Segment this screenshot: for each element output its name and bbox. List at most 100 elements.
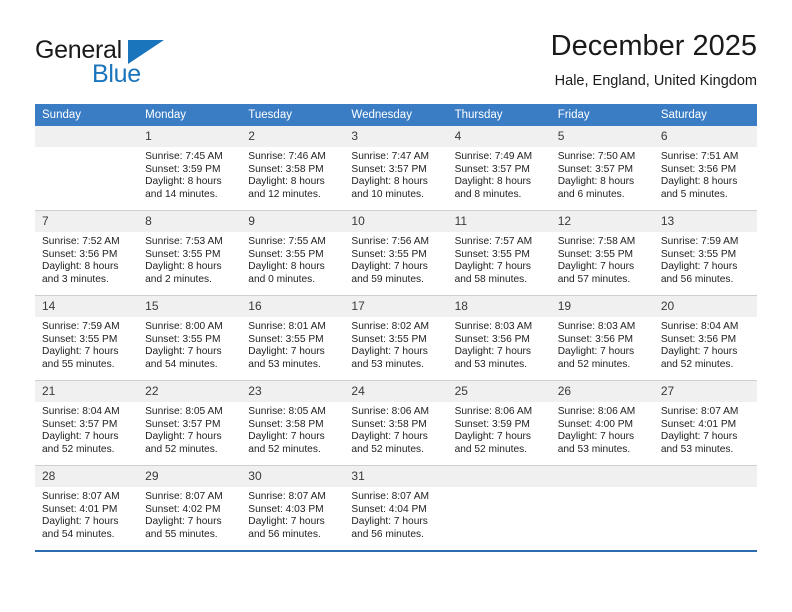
calendar-day-cell[interactable]: 30 Sunrise: 8:07 AM Sunset: 4:03 PM Dayligh… [241,465,345,552]
day-cell-inner: 23 Sunrise: 8:05 AM Sunset: 3:58 PM Dayligh… [241,381,345,465]
daylight-hours: Daylight: 7 hours [454,346,532,358]
day-sun-info: Sunrise: 8:02 AM Sunset: 3:55 PM Daylight:… [344,317,447,371]
day-cell-inner: 10 Sunrise: 7:56 AM Sunset: 3:55 PM Dayligh… [344,211,448,295]
calendar-day-cell[interactable]: 20 Sunrise: 8:04 AM Sunset: 3:56 PM Dayligh… [653,295,757,381]
calendar-day-cell[interactable]: 5 Sunrise: 7:50 AM Sunset: 3:57 PM Daylight… [550,126,654,211]
weekday-header-friday: Friday [550,104,654,126]
calendar-day-cell[interactable]: 10 Sunrise: 7:56 AM Sunset: 3:55 PM Dayligh… [344,210,448,296]
sunrise-time: Sunrise: 7:59 AM [42,321,120,332]
day-cell-inner: 19 Sunrise: 8:03 AM Sunset: 3:56 PM Dayligh… [550,296,654,380]
calendar-day-cell[interactable]: 25 Sunrise: 8:06 AM Sunset: 3:59 PM Dayligh… [447,380,551,466]
sunset-time: Sunset: 3:59 PM [145,163,221,175]
calendar-day-cell[interactable]: 19 Sunrise: 8:03 AM Sunset: 3:56 PM Dayligh… [550,295,654,381]
sunrise-time: Sunrise: 8:07 AM [660,406,739,417]
day-number: 10 [344,211,448,232]
calendar-day-cell[interactable]: 13 Sunrise: 7:59 AM Sunset: 3:55 PM Dayligh… [653,210,757,296]
calendar-day-cell[interactable]: 16 Sunrise: 8:01 AM Sunset: 3:55 PM Dayligh… [241,295,345,381]
calendar-day-cell[interactable]: 29 Sunrise: 8:07 AM Sunset: 4:02 PM Dayligh… [138,465,242,552]
day-sun-info: Sunrise: 8:04 AM Sunset: 3:57 PM Daylight:… [35,402,138,456]
daylight-hours: Daylight: 7 hours [42,516,119,528]
sunrise-time: Sunrise: 7:55 AM [248,236,326,247]
daylight-hours: Daylight: 7 hours [248,516,325,528]
sunset-time: Sunset: 3:55 PM [248,248,324,260]
sunrise-time: Sunrise: 7:49 AM [454,151,533,162]
day-sun-info: Sunrise: 8:07 AM Sunset: 4:01 PM Daylight:… [654,402,757,456]
calendar-day-cell[interactable]: 26 Sunrise: 8:06 AM Sunset: 4:00 PM Dayligh… [550,380,654,466]
sunset-time: Sunset: 3:58 PM [351,418,427,430]
calendar-day-cell[interactable]: 31 Sunrise: 8:07 AM Sunset: 4:04 PM Dayligh… [344,465,448,552]
sunrise-time: Sunrise: 8:07 AM [42,491,120,502]
sunrise-time: Sunrise: 8:06 AM [351,406,430,417]
calendar-day-cell[interactable]: 21 Sunrise: 8:04 AM Sunset: 3:57 PM Dayligh… [35,380,139,466]
calendar-day-cell[interactable]: 11 Sunrise: 7:57 AM Sunset: 3:55 PM Dayligh… [447,210,551,296]
calendar-day-cell[interactable]: 18 Sunrise: 8:03 AM Sunset: 3:56 PM Dayligh… [447,295,551,381]
daylight-hours: Daylight: 8 hours [145,261,222,273]
sunset-time: Sunset: 3:57 PM [42,418,118,430]
calendar-day-cell[interactable]: 17 Sunrise: 8:02 AM Sunset: 3:55 PM Dayligh… [344,295,448,381]
sunset-time: Sunset: 4:04 PM [351,503,427,515]
sunset-time: Sunset: 3:55 PM [351,248,427,260]
day-number: 27 [653,381,757,402]
calendar-week-row: 28 Sunrise: 8:07 AM Sunset: 4:01 PM Dayligh… [35,465,757,552]
sunset-time: Sunset: 3:58 PM [248,163,324,175]
day-number: 28 [35,466,139,487]
calendar-body: 1 Sunrise: 7:45 AM Sunset: 3:59 PM Daylight… [35,126,757,552]
sunrise-time: Sunrise: 8:05 AM [145,406,223,417]
day-sun-info: Sunrise: 7:55 AM Sunset: 3:55 PM Daylight:… [241,232,344,286]
daylight-hours: Daylight: 7 hours [557,431,635,443]
sunset-time: Sunset: 4:00 PM [557,418,634,430]
day-number: 14 [35,296,139,317]
calendar-week-row: 14 Sunrise: 7:59 AM Sunset: 3:55 PM Dayligh… [35,295,757,381]
calendar-day-cell[interactable]: 4 Sunrise: 7:49 AM Sunset: 3:57 PM Daylight… [447,126,551,211]
day-number: 11 [447,211,551,232]
sunset-time: Sunset: 3:57 PM [145,418,221,430]
day-cell-inner [447,466,551,550]
day-sun-info: Sunrise: 7:45 AM Sunset: 3:59 PM Daylight:… [138,147,241,201]
day-number [550,466,654,487]
day-cell-inner: 11 Sunrise: 7:57 AM Sunset: 3:55 PM Dayligh… [447,211,551,295]
calendar-day-cell[interactable]: 7 Sunrise: 7:52 AM Sunset: 3:56 PM Daylight… [35,210,139,296]
calendar-day-cell[interactable]: 8 Sunrise: 7:53 AM Sunset: 3:55 PM Daylight… [138,210,242,296]
calendar-day-cell-empty [447,465,551,552]
calendar-day-cell[interactable]: 27 Sunrise: 8:07 AM Sunset: 4:01 PM Dayligh… [653,380,757,466]
daylight-hours: Daylight: 7 hours [454,261,532,273]
sunrise-time: Sunrise: 7:45 AM [145,151,223,162]
calendar-day-cell[interactable]: 14 Sunrise: 7:59 AM Sunset: 3:55 PM Dayligh… [35,295,139,381]
calendar-day-cell[interactable]: 15 Sunrise: 8:00 AM Sunset: 3:55 PM Dayligh… [138,295,242,381]
calendar-day-cell[interactable]: 6 Sunrise: 7:51 AM Sunset: 3:56 PM Daylight… [653,126,757,211]
calendar-table: Sunday Monday Tuesday Wednesday Thursday Frid… [35,104,757,552]
sunset-time: Sunset: 3:59 PM [454,418,530,430]
day-number: 6 [653,126,757,147]
sunset-time: Sunset: 3:56 PM [660,163,737,175]
calendar-day-cell[interactable]: 9 Sunrise: 7:55 AM Sunset: 3:55 PM Daylight… [241,210,345,296]
calendar-day-cell[interactable]: 1 Sunrise: 7:45 AM Sunset: 3:59 PM Daylight… [138,126,242,211]
daylight-hours: Daylight: 7 hours [660,346,738,358]
day-sun-info: Sunrise: 8:06 AM Sunset: 4:00 PM Daylight:… [551,402,654,456]
day-number: 18 [447,296,551,317]
daylight-minutes: and 12 minutes. [248,188,321,200]
daylight-hours: Daylight: 8 hours [660,176,738,188]
day-cell-inner: 8 Sunrise: 7:53 AM Sunset: 3:55 PM Daylight… [138,211,242,295]
sunrise-time: Sunrise: 7:52 AM [42,236,120,247]
day-cell-inner: 7 Sunrise: 7:52 AM Sunset: 3:56 PM Daylight… [35,211,139,295]
sunrise-time: Sunrise: 8:02 AM [351,321,430,332]
day-number: 4 [447,126,551,147]
calendar-week-row: 21 Sunrise: 8:04 AM Sunset: 3:57 PM Dayligh… [35,380,757,466]
calendar-day-cell[interactable]: 12 Sunrise: 7:58 AM Sunset: 3:55 PM Dayligh… [550,210,654,296]
daylight-minutes: and 2 minutes. [145,273,212,285]
brand-logo[interactable]: General Blue [35,28,255,92]
day-number: 23 [241,381,345,402]
day-cell-inner: 18 Sunrise: 8:03 AM Sunset: 3:56 PM Dayligh… [447,296,551,380]
weekday-header-sunday: Sunday [35,104,139,126]
calendar-day-cell[interactable]: 23 Sunrise: 8:05 AM Sunset: 3:58 PM Dayligh… [241,380,345,466]
calendar-day-cell[interactable]: 24 Sunrise: 8:06 AM Sunset: 3:58 PM Dayligh… [344,380,448,466]
calendar-day-cell[interactable]: 3 Sunrise: 7:47 AM Sunset: 3:57 PM Daylight… [344,126,448,211]
daylight-minutes: and 59 minutes. [351,273,424,285]
calendar-day-cell[interactable]: 2 Sunrise: 7:46 AM Sunset: 3:58 PM Daylight… [241,126,345,211]
day-sun-info: Sunrise: 8:05 AM Sunset: 3:58 PM Daylight:… [241,402,344,456]
calendar-day-cell[interactable]: 22 Sunrise: 8:05 AM Sunset: 3:57 PM Dayligh… [138,380,242,466]
day-sun-info [35,147,138,151]
daylight-hours: Daylight: 8 hours [557,176,635,188]
calendar-day-cell[interactable]: 28 Sunrise: 8:07 AM Sunset: 4:01 PM Dayligh… [35,465,139,552]
daylight-minutes: and 54 minutes. [42,528,115,540]
